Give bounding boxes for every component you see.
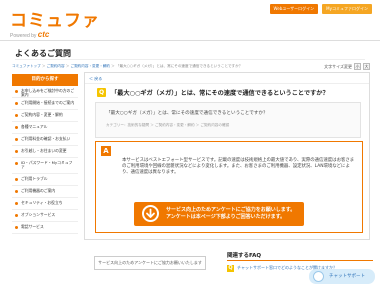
survey-banner-text: サービス向上のためアンケートにご協力をお願いします。 アンケートは本ページ下部よ… xyxy=(166,207,295,221)
sidebar-item-moving[interactable]: お引越し・お住まいの変更 xyxy=(12,146,78,158)
chat-support-button[interactable]: チャットサポート xyxy=(309,269,375,284)
survey-banner[interactable]: サービス向上のためアンケートにご協力をお願いします。 アンケートは本ページ下部よ… xyxy=(134,202,304,226)
related-faq-divider xyxy=(227,260,373,261)
page-title: よくあるご質問 xyxy=(15,49,71,58)
breadcrumb-contract[interactable]: ご契約内容 xyxy=(47,64,65,68)
survey-link[interactable]: サービス向上のためアンケートにご協力お願いいたします xyxy=(94,256,206,270)
site-logo[interactable]: コミュファ Powered by ctc xyxy=(10,6,100,39)
question-badge: Q xyxy=(97,88,106,97)
arrow-down-circle-icon xyxy=(142,205,159,222)
chat-avatar-icon xyxy=(313,271,324,282)
sidebar-item-phone[interactable]: 電話サービス xyxy=(12,222,78,234)
panel-divider xyxy=(85,83,369,84)
sidebar-item-options[interactable]: オプションサービス xyxy=(12,210,78,222)
answer-text: 本サービスはベストエフォート型サービスです。記載の速度は技術規格上の最大値であり… xyxy=(122,158,355,175)
breadcrumb: コミュファトップ ＞ ご契約内容 ＞ ご契約内容・変更・解約 ＞ 「最大○○ギガ… xyxy=(12,64,243,68)
sidebar-item-application[interactable]: お申し込みをご検討中の方のご案内 xyxy=(12,86,78,98)
logo-brand: ctc xyxy=(37,30,50,39)
sidebar-item-start[interactable]: ご利用開始・接続までのご案内 xyxy=(12,98,78,110)
question-title: 「最大○○ギガ（メガ）」とは、常にその速度で通信できるということですか？ xyxy=(111,90,329,97)
sidebar: 目的から探す お申し込みをご検討中の方のご案内 ご利用開始・接続までのご案内 ご… xyxy=(12,74,78,234)
font-small-button[interactable]: 小 xyxy=(354,63,361,70)
header-links: Webユーザーログイン Myコミュファログイン xyxy=(269,4,372,14)
site-header: コミュファ Powered by ctc Webユーザーログイン Myコミュファ… xyxy=(0,0,380,40)
header-divider xyxy=(0,40,380,41)
answer-badge: A xyxy=(101,146,111,156)
survey-banner-line2: アンケートは本ページ下部よりご回答いただけます。 xyxy=(166,214,286,220)
question-box: 「最大○○ギガ（メガ）」とは、常にその速度で通信できるということですか？ カテゴ… xyxy=(95,102,361,138)
sidebar-item-security[interactable]: セキュリティ・お役立ち xyxy=(12,198,78,210)
related-faq-title: 関連するFAQ xyxy=(227,253,262,259)
answer-box: A 本サービスはベストエフォート型サービスです。記載の速度は技術規格上の最大値で… xyxy=(95,141,363,233)
breadcrumb-current: 「最大○○ギガ（メガ）」とは、常にその速度で通信できるということですか？ xyxy=(115,64,243,68)
sidebar-heading: 目的から探す xyxy=(12,74,78,86)
font-size-label: 文字サイズ変更 xyxy=(324,63,352,69)
question-heading: Q 「最大○○ギガ（メガ）」とは、常にその速度で通信できるということですか？ xyxy=(97,88,329,97)
sidebar-item-contract[interactable]: ご契約内容・変更・解約 xyxy=(12,110,78,122)
logo-sub: Powered by ctc xyxy=(10,30,50,39)
survey-banner-line1: サービス向上のためアンケートにご協力をお願いします。 xyxy=(166,207,296,213)
title-divider xyxy=(15,59,365,60)
question-category: カテゴリー：技術的な疑問 ＞ ご契約内容・変更・解約 ＞ ご契約内容の確認 xyxy=(106,123,230,127)
font-large-button[interactable]: 大 xyxy=(363,63,370,70)
sidebar-item-billing[interactable]: ご利用料金の確認・お支払い xyxy=(12,134,78,146)
font-size-control: 文字サイズ変更 小 大 xyxy=(324,63,370,70)
logo-text: コミュファ xyxy=(10,11,100,30)
faq-panel: ＜ 戻る Q 「最大○○ギガ（メガ）」とは、常にその速度で通信できるということで… xyxy=(84,72,370,240)
back-link[interactable]: ＜ 戻る xyxy=(89,76,102,82)
web-user-login-button[interactable]: Webユーザーログイン xyxy=(269,4,319,14)
my-commufa-login-button[interactable]: Myコミュファログイン xyxy=(322,4,372,14)
related-faq-badge: Q xyxy=(227,265,234,272)
sidebar-item-devices[interactable]: ご利用機器のご案内 xyxy=(12,186,78,198)
question-text: 「最大○○ギガ（メガ）」とは、常にその速度で通信できるということですか？ xyxy=(106,111,268,116)
sidebar-item-id-password[interactable]: ID・パスワード・Myコミュファ xyxy=(12,158,78,174)
sidebar-item-trouble[interactable]: ご利用トラブル xyxy=(12,174,78,186)
chat-support-label: チャットサポート xyxy=(329,274,365,279)
sidebar-item-manual[interactable]: 各種マニュアル xyxy=(12,122,78,134)
breadcrumb-home[interactable]: コミュファトップ xyxy=(12,64,41,68)
breadcrumb-contract-change[interactable]: ご契約内容・変更・解約 xyxy=(71,64,111,68)
